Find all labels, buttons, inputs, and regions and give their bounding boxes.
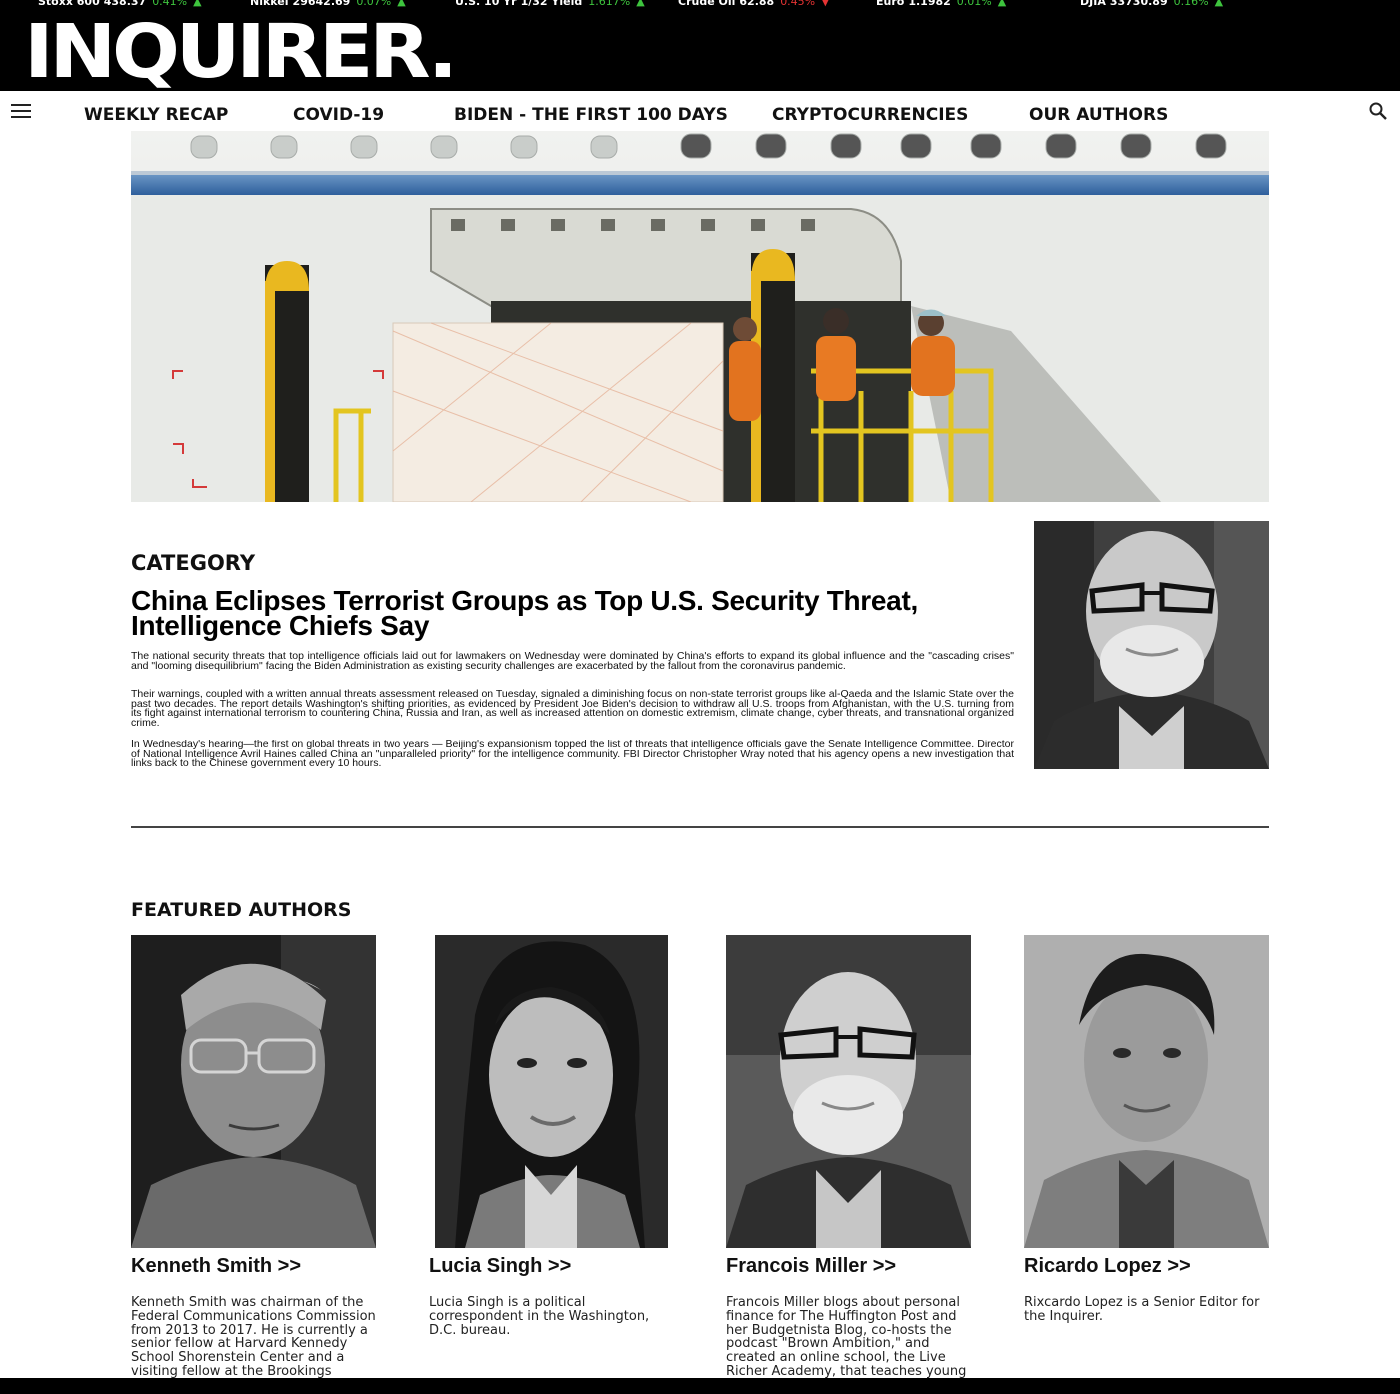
nav-item-biden-first-100-days[interactable]: BIDEN - THE FIRST 100 DAYS bbox=[454, 105, 728, 125]
author-bio: Kenneth Smith was chairman of the Federa… bbox=[131, 1296, 376, 1378]
ticker-item[interactable]: Nikkei 29642.69 0.07% ▲ bbox=[250, 0, 406, 8]
ticker-value: 29642.69 bbox=[292, 0, 351, 8]
nav-item-weekly-recap[interactable]: WEEKLY RECAP bbox=[84, 105, 228, 125]
bottom-bar bbox=[0, 1378, 1400, 1394]
ticker-change: 1.617% bbox=[588, 0, 631, 8]
author-name-link[interactable]: Kenneth Smith >> bbox=[131, 1255, 301, 1278]
ticker-name: DJIA bbox=[1080, 0, 1106, 8]
ticker-item[interactable]: Euro 1.1982 0.01% ▲ bbox=[876, 0, 1006, 8]
ticker-change: 0.41% bbox=[152, 0, 188, 8]
author-photo-ricardo-lopez[interactable] bbox=[1024, 935, 1269, 1248]
article-headline[interactable]: China Eclipses Terrorist Groups as Top U… bbox=[131, 587, 1011, 640]
masthead: INQUIRER. bbox=[0, 9, 1400, 91]
arrow-up-icon: ▲ bbox=[397, 0, 406, 8]
main-nav: WEEKLY RECAP COVID-19 BIDEN - THE FIRST … bbox=[0, 91, 1400, 131]
hamburger-menu-icon[interactable] bbox=[11, 104, 31, 118]
ticker-item[interactable]: DJIA 33730.89 0.16% ▲ bbox=[1080, 0, 1223, 8]
nav-item-cryptocurrencies[interactable]: CRYPTOCURRENCIES bbox=[772, 105, 968, 125]
ticker-value: 33730.89 bbox=[1109, 0, 1168, 8]
ticker-name: Euro bbox=[876, 0, 905, 8]
article-author-photo[interactable] bbox=[1034, 521, 1269, 769]
author-bio: Lucia Singh is a political correspondent… bbox=[429, 1295, 650, 1338]
ticker-name: Nikkei bbox=[250, 0, 289, 8]
arrow-down-icon: ▼ bbox=[821, 0, 830, 8]
author-name-link[interactable]: Lucia Singh >> bbox=[429, 1255, 571, 1278]
ticker-value: 1/32 Yield bbox=[520, 0, 583, 8]
market-ticker: Stoxx 600 438.37 0.41% ▲ Nikkei 29642.69 0.07… bbox=[0, 0, 1400, 9]
ticker-change: 0.01% bbox=[956, 0, 992, 8]
arrow-up-icon: ▲ bbox=[997, 0, 1007, 8]
author-name-link[interactable]: Ricardo Lopez >> bbox=[1024, 1255, 1191, 1278]
arrow-up-icon: ▲ bbox=[636, 0, 645, 8]
article-paragraph: Their warnings, coupled with a written a… bbox=[131, 688, 1014, 729]
author-photo-kenneth-smith[interactable] bbox=[131, 935, 376, 1248]
ticker-name: Stoxx 600 bbox=[38, 0, 100, 8]
ticker-item[interactable]: Stoxx 600 438.37 0.41% ▲ bbox=[38, 0, 202, 8]
ticker-change: 0.45% bbox=[780, 0, 816, 8]
search-icon[interactable] bbox=[1368, 101, 1388, 121]
site-logo[interactable]: INQUIRER. bbox=[24, 15, 458, 89]
ticker-item[interactable]: U.S. 10 Yr 1/32 Yield 1.617% ▲ bbox=[455, 0, 645, 8]
author-photo-francois-miller[interactable] bbox=[726, 935, 971, 1248]
nav-item-covid-19[interactable]: COVID-19 bbox=[293, 105, 384, 125]
hero-image[interactable] bbox=[131, 131, 1269, 502]
ticker-value: 62.88 bbox=[739, 0, 775, 8]
article-paragraph: In Wednesday's hearing—the first on glob… bbox=[131, 740, 1014, 769]
featured-authors-title: FEATURED AUTHORS bbox=[131, 899, 352, 921]
author-bio: Rixcardo Lopez is a Senior Editor for th… bbox=[1024, 1295, 1260, 1324]
ticker-change: 0.07% bbox=[356, 0, 392, 8]
article-category[interactable]: CATEGORY bbox=[131, 551, 255, 575]
ticker-item[interactable]: Crude Oil 62.88 0.45% ▼ bbox=[678, 0, 830, 8]
article-paragraph: The national security threats that top i… bbox=[131, 650, 1014, 672]
author-photo-lucia-singh[interactable] bbox=[435, 935, 668, 1248]
ticker-name: Crude Oil bbox=[678, 0, 736, 8]
ticker-value: 438.37 bbox=[103, 0, 147, 8]
arrow-up-icon: ▲ bbox=[1214, 0, 1224, 8]
nav-item-our-authors[interactable]: OUR AUTHORS bbox=[1029, 105, 1168, 125]
author-name-link[interactable]: Francois Miller >> bbox=[726, 1255, 896, 1278]
ticker-name: U.S. 10 Yr bbox=[455, 0, 517, 8]
ticker-change: 0.16% bbox=[1173, 0, 1209, 8]
section-divider bbox=[131, 826, 1269, 828]
arrow-up-icon: ▲ bbox=[193, 0, 202, 8]
ticker-value: 1.1982 bbox=[908, 0, 951, 8]
author-bio: Francois Miller blogs about personal fin… bbox=[726, 1296, 967, 1378]
